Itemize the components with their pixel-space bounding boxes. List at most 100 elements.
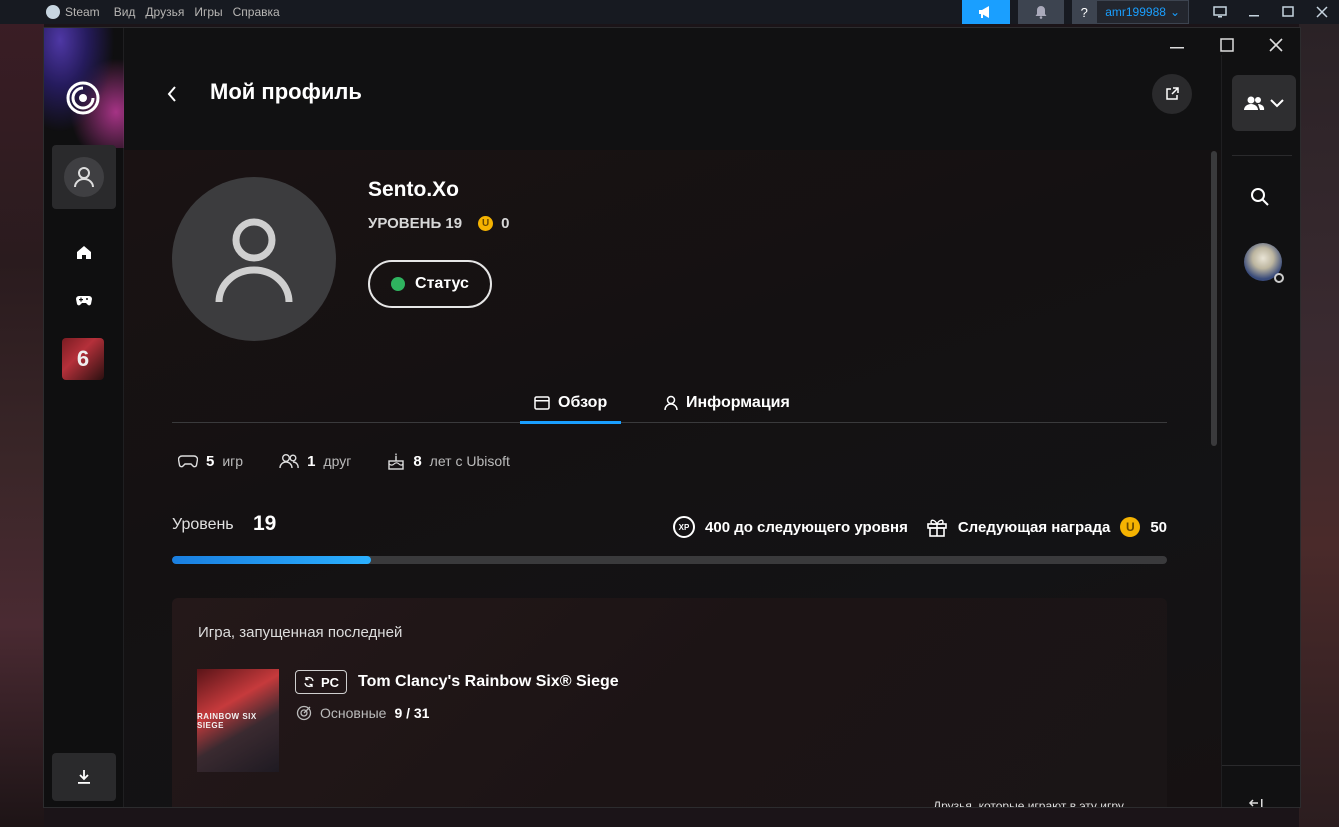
search-icon[interactable]	[1250, 187, 1270, 207]
next-level-text: 400 до следующего уровня	[705, 518, 908, 536]
steam-menu-bar: Steam Вид Друзья Игры Справка ? amr19998…	[0, 0, 1339, 24]
rainbow-six-icon: 6	[76, 346, 90, 371]
steam-maximize-button[interactable]	[1271, 0, 1305, 24]
level-value: 19	[253, 512, 277, 535]
maximize-icon	[1220, 38, 1234, 52]
close-icon	[1316, 6, 1328, 18]
friends-stat[interactable]: 1 друг	[279, 452, 351, 470]
external-share-icon	[1166, 87, 1179, 100]
steam-menu-games[interactable]: Игры	[194, 5, 222, 19]
overview-icon	[534, 396, 550, 410]
coin-icon: U	[1120, 517, 1141, 537]
last-played-card[interactable]: Игра, запущенная последней RAINBOW SIX S…	[172, 598, 1167, 807]
nav-home-button[interactable]	[70, 238, 98, 266]
friends-rail	[1221, 55, 1300, 807]
cake-icon	[388, 453, 405, 470]
tab-information-label: Информация	[686, 394, 790, 411]
user-icon	[215, 218, 293, 303]
monitor-icon	[1213, 6, 1227, 18]
steam-menu-view[interactable]: Вид	[114, 5, 136, 19]
games-label: игр	[222, 453, 244, 469]
years-label: лет с Ubisoft	[429, 453, 510, 469]
platform-badge: PC	[295, 670, 348, 694]
window-minimize-button[interactable]	[1166, 34, 1188, 56]
chevron-left-icon	[167, 86, 176, 102]
nav-rainbow-six-button[interactable]: 6	[62, 338, 104, 380]
tab-overview-label: Обзор	[558, 394, 608, 411]
account-name: amr199988	[1105, 5, 1166, 19]
profile-level-line: УРОВЕНЬ 19 U 0	[368, 215, 509, 232]
game-cover-text: RAINBOW SIX SIEGE	[197, 711, 257, 730]
friends-count: 1	[307, 452, 316, 470]
xp-icon: XP	[673, 516, 696, 538]
window-maximize-button[interactable]	[1216, 34, 1238, 56]
share-profile-button[interactable]	[1152, 74, 1192, 114]
level-progress-bar	[172, 556, 1167, 564]
target-icon	[296, 705, 312, 721]
friends-icon	[279, 454, 299, 469]
steam-logo[interactable]: Steam	[46, 5, 100, 19]
ubisoft-connect-window: 6 Мой профиль Sento.Xo УРОВЕНЬ 19 U 0 Ст…	[43, 27, 1301, 808]
gamepad-icon	[178, 455, 198, 468]
steam-close-button[interactable]	[1305, 0, 1339, 24]
next-reward-label: Следующая награда	[957, 518, 1111, 536]
rail-divider	[1232, 155, 1292, 156]
friends-label: друг	[323, 453, 352, 469]
left-navigation: 6	[44, 28, 124, 807]
games-count: 5	[206, 452, 215, 470]
desktop-wallpaper-left	[0, 20, 44, 827]
download-icon	[78, 770, 90, 784]
gamepad-icon	[76, 296, 92, 306]
profile-username: Sento.Xo	[368, 178, 460, 201]
notifications-button[interactable]	[1018, 0, 1065, 24]
profile-coins: 0	[501, 215, 510, 232]
profile-stats: 5 игр 1 друг 8 лет с Ubisoft	[178, 452, 510, 470]
back-button[interactable]	[162, 80, 182, 108]
nav-downloads-button[interactable]	[52, 753, 116, 801]
content-scrollbar[interactable]	[1211, 151, 1217, 446]
next-reward-coins: 50	[1150, 518, 1167, 536]
friends-playing-label: Друзья, которые играют в эту игру	[933, 799, 1124, 808]
status-button[interactable]: Статус	[368, 260, 492, 308]
window-close-button[interactable]	[1265, 34, 1287, 56]
tab-information[interactable]: Информация	[664, 383, 790, 423]
game-name[interactable]: Tom Clancy's Rainbow Six® Siege	[358, 673, 619, 691]
profile-avatar[interactable]	[172, 177, 336, 341]
challenges-label: Основные	[320, 705, 387, 721]
close-icon	[1269, 38, 1283, 52]
coin-icon: U	[478, 216, 494, 231]
collapse-rail-button[interactable]	[1248, 795, 1264, 807]
friends-icon	[1244, 96, 1265, 110]
level-progress-row: Уровень 19 XP 400 до следующего уровня С…	[172, 512, 1167, 542]
megaphone-icon	[979, 6, 990, 18]
platform-label: PC	[321, 674, 340, 690]
steam-icon	[46, 5, 60, 19]
friend-avatar[interactable]	[1244, 243, 1284, 283]
maximize-icon	[1282, 6, 1294, 17]
page-title: Мой профиль	[210, 79, 362, 104]
bell-icon	[1035, 6, 1047, 19]
steam-minimize-button[interactable]	[1237, 0, 1271, 24]
friends-menu-button[interactable]	[1232, 75, 1296, 131]
last-played-title: Игра, запущенная последней	[198, 624, 403, 641]
steam-menu-friends[interactable]: Друзья	[145, 5, 184, 19]
steam-menu-help[interactable]: Справка	[233, 5, 280, 19]
challenges-progress: Основные 9 / 31	[296, 705, 429, 721]
rail-bottom-divider	[1222, 765, 1300, 766]
announcements-button[interactable]	[962, 0, 1011, 24]
big-picture-button[interactable]	[1203, 0, 1237, 24]
nav-games-button[interactable]	[70, 286, 98, 314]
collapse-left-icon	[1248, 799, 1263, 807]
years-count: 8	[413, 452, 422, 470]
steam-app-name: Steam	[65, 5, 100, 19]
tab-overview[interactable]: Обзор	[519, 383, 622, 424]
chevron-down-icon: ⌄	[1169, 5, 1180, 19]
level-label: Уровень	[172, 516, 234, 533]
nav-profile-button[interactable]	[52, 145, 116, 209]
account-menu[interactable]: amr199988 ⌄	[1096, 0, 1189, 24]
games-stat[interactable]: 5 игр	[178, 452, 243, 470]
gift-icon	[927, 519, 947, 537]
help-button[interactable]: ?	[1072, 0, 1097, 24]
game-cover-image[interactable]: RAINBOW SIX SIEGE	[197, 669, 279, 772]
ubisoft-logo-icon[interactable]	[66, 81, 100, 115]
